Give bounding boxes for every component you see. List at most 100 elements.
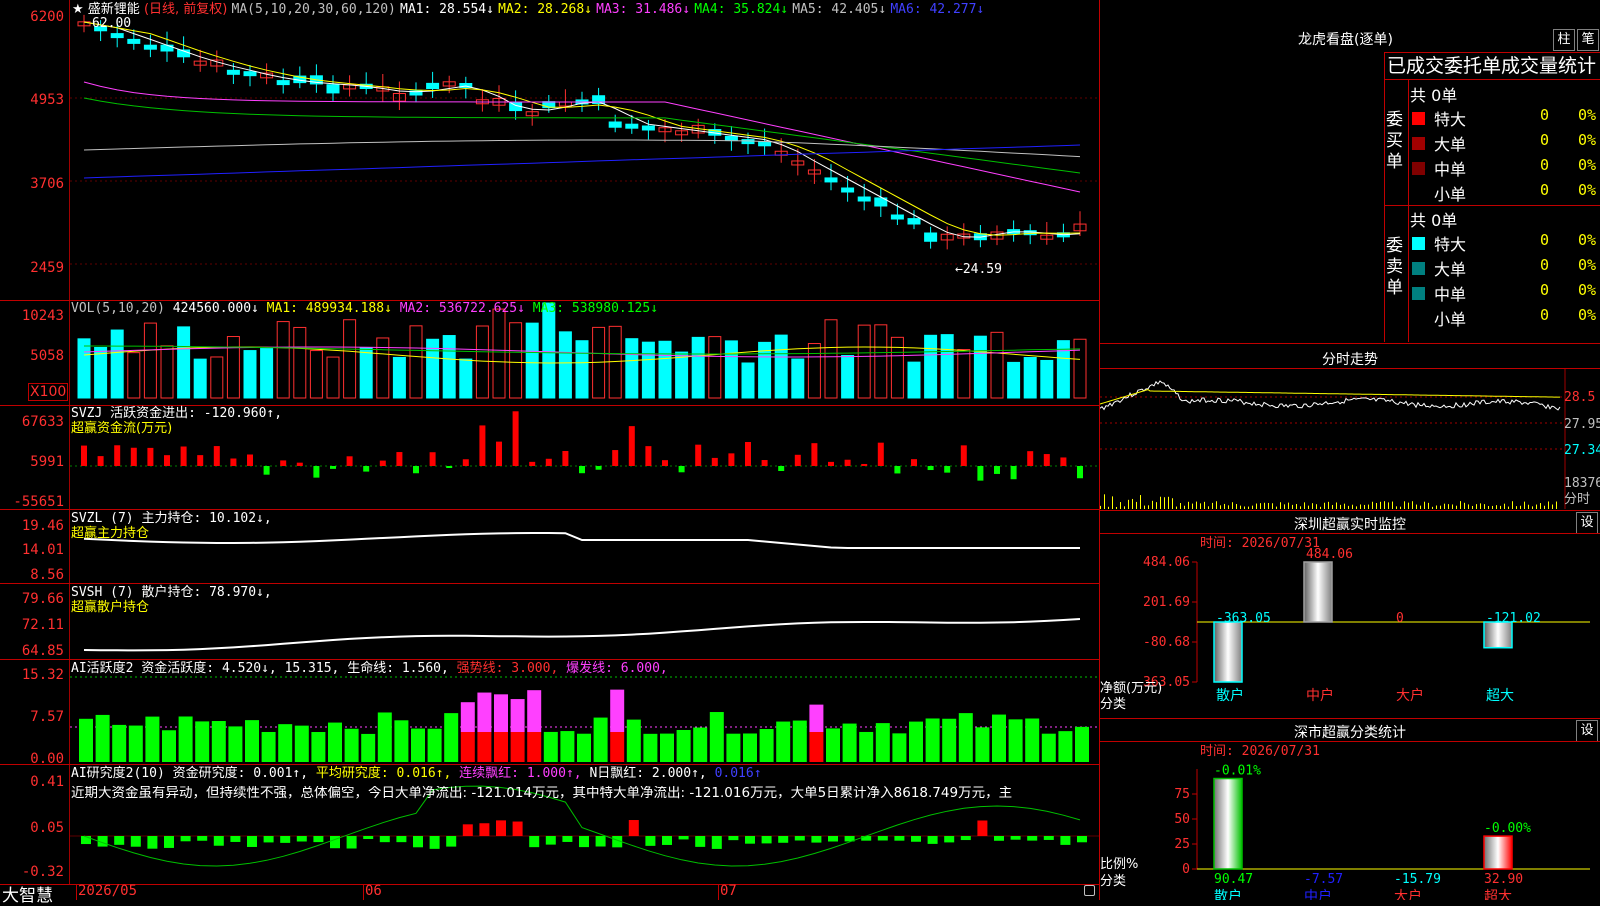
volume-bar — [143, 322, 157, 399]
sell-orders-label: 委卖单 — [1386, 236, 1403, 298]
ai2-bar — [992, 714, 1006, 762]
intraday-title[interactable]: 分时走势 — [1100, 349, 1600, 369]
svzl-title[interactable]: SVZL (7) 主力持仓: 10.102↓, — [71, 511, 272, 526]
ai3-bar — [662, 836, 672, 845]
intraday-volume-bar — [1372, 501, 1373, 509]
intraday-volume-bar — [1364, 504, 1365, 509]
svsh-title[interactable]: SVSH (7) 散户持仓: 78.970↓, — [71, 585, 272, 600]
intraday-volume-bar — [1528, 504, 1529, 509]
svzj-bar — [413, 466, 419, 474]
period-label[interactable]: (日线, 前复权) — [144, 2, 227, 17]
bar-value-label: -15.79 — [1394, 872, 1441, 887]
svzj-bar — [379, 460, 386, 466]
ai3-bar — [512, 821, 523, 836]
buy-row-count: 0 — [1540, 131, 1550, 149]
monitor-settings-button[interactable]: 设 — [1576, 512, 1598, 534]
classify-settings-button[interactable]: 设 — [1576, 720, 1598, 742]
volume-bar — [957, 349, 971, 399]
xaxis-tick — [363, 884, 364, 900]
sell-row-swatch — [1412, 312, 1425, 325]
ai3-bar — [114, 836, 125, 845]
svzj-bar — [595, 466, 602, 470]
volume-bar — [625, 338, 639, 399]
sell-row-swatch — [1412, 237, 1425, 250]
ai3-title[interactable]: AI研究度2(10) 资金研究度: 0.001↑, — [71, 766, 308, 781]
ai2-bar — [975, 727, 990, 762]
svzj-bar — [645, 446, 652, 466]
svzj-title[interactable]: SVZJ 活跃资金进出: -120.960↑, — [71, 406, 282, 421]
ai3-bar — [180, 836, 191, 842]
intraday-volume-bar — [1404, 501, 1405, 509]
stock-name[interactable]: 盛新锂能 — [88, 2, 140, 17]
ai3-bar — [911, 836, 921, 842]
bar-view-button[interactable]: 柱 — [1553, 29, 1575, 51]
vol-unit-badge[interactable]: X100 — [28, 383, 69, 401]
volume-bar — [127, 352, 141, 399]
vol-title[interactable]: VOL(5,10,20) — [71, 301, 165, 316]
ai2-bar — [311, 732, 326, 762]
ai3-ytick: 0.41 — [30, 774, 64, 790]
ai3-bar — [363, 836, 374, 840]
ai2-bar — [145, 716, 160, 762]
ai3-ytick: -0.32 — [21, 864, 64, 880]
intraday-volume-bar — [1304, 502, 1305, 509]
lock-icon[interactable] — [1084, 885, 1095, 896]
intraday-volume-bar — [1328, 501, 1329, 509]
intraday-volume-bar — [1512, 501, 1513, 509]
ai2-bar — [377, 712, 392, 762]
svzj-bar — [230, 458, 237, 466]
ai3-bar — [994, 836, 1004, 841]
ai2-bar — [1058, 731, 1073, 762]
volume-bar — [293, 326, 307, 399]
svzj-bar — [944, 466, 951, 473]
brand-logo[interactable]: 大智慧 — [2, 881, 53, 906]
intraday-volume-bar — [1176, 506, 1177, 509]
intraday-volume-bar — [1192, 503, 1193, 509]
intraday-volume-bar — [1388, 502, 1389, 509]
ai2-bar — [195, 721, 210, 762]
bar-category-label: 中户 — [1304, 888, 1332, 900]
right-divider — [1100, 510, 1600, 511]
intraday-volume-bar — [1272, 503, 1273, 509]
panel-divider-svzl — [0, 509, 1099, 510]
ai2-bar — [1008, 719, 1023, 762]
bar-y-label: 25 — [1174, 837, 1190, 852]
svzj-bar — [828, 461, 834, 466]
monitor-bar-chart[interactable]: 484.06201.69-80.68-363.05-363.05散户484.06… — [1100, 534, 1600, 709]
star-icon[interactable]: ★ — [72, 2, 84, 17]
panel-divider-ai2 — [0, 659, 1099, 660]
intraday-volume-bar — [1120, 502, 1121, 509]
intraday-volume-bar — [1228, 505, 1229, 509]
bar-value-label: -7.57 — [1304, 872, 1343, 887]
intraday-volume-bar — [1152, 500, 1153, 509]
classify-bar-chart[interactable]: 75 50 25 0 -0.01% 90.47散户 -7.57中户 -15.79大户 -0.00… — [1100, 741, 1600, 900]
volume-bar — [309, 350, 323, 399]
sell-row-swatch — [1412, 287, 1425, 300]
intraday-volume-bar — [1516, 506, 1517, 509]
vol-header: VOL(5,10,20) 424560.000↓ MA1: 489934.188… — [71, 301, 658, 316]
intraday-volume-bar — [1468, 504, 1469, 509]
ai3-bar — [595, 836, 606, 847]
candle-body — [907, 218, 921, 225]
ai3-bar — [446, 836, 457, 847]
bar-category-label: 超大 — [1486, 688, 1514, 704]
svzj-bar — [911, 459, 917, 466]
bar-category-label: 超大 — [1484, 889, 1512, 900]
intraday-volume-bar — [1544, 505, 1545, 509]
tick-view-button[interactable]: 笔 — [1577, 29, 1599, 51]
main-chart-area[interactable] — [0, 0, 1099, 900]
intraday-volume-bar — [1488, 505, 1489, 509]
intraday-chart[interactable] — [1100, 369, 1600, 509]
buy-row-swatch — [1412, 187, 1425, 200]
ai3-bar — [263, 836, 274, 843]
volume-bar — [243, 350, 257, 399]
main-ytick: 2459 — [30, 260, 64, 276]
svzj-bar — [877, 442, 884, 466]
intraday-volume-bar — [1104, 494, 1105, 509]
svzj-bar — [711, 457, 718, 466]
ma-settings[interactable]: MA(5,10,20,30,60,120) — [232, 2, 396, 17]
ai2-title[interactable]: AI活跃度2 资金活跃度: 4.520↓, — [71, 661, 277, 676]
ai2-bar — [294, 725, 309, 762]
ai2-bar — [112, 724, 127, 762]
ai2-bar — [510, 732, 525, 762]
